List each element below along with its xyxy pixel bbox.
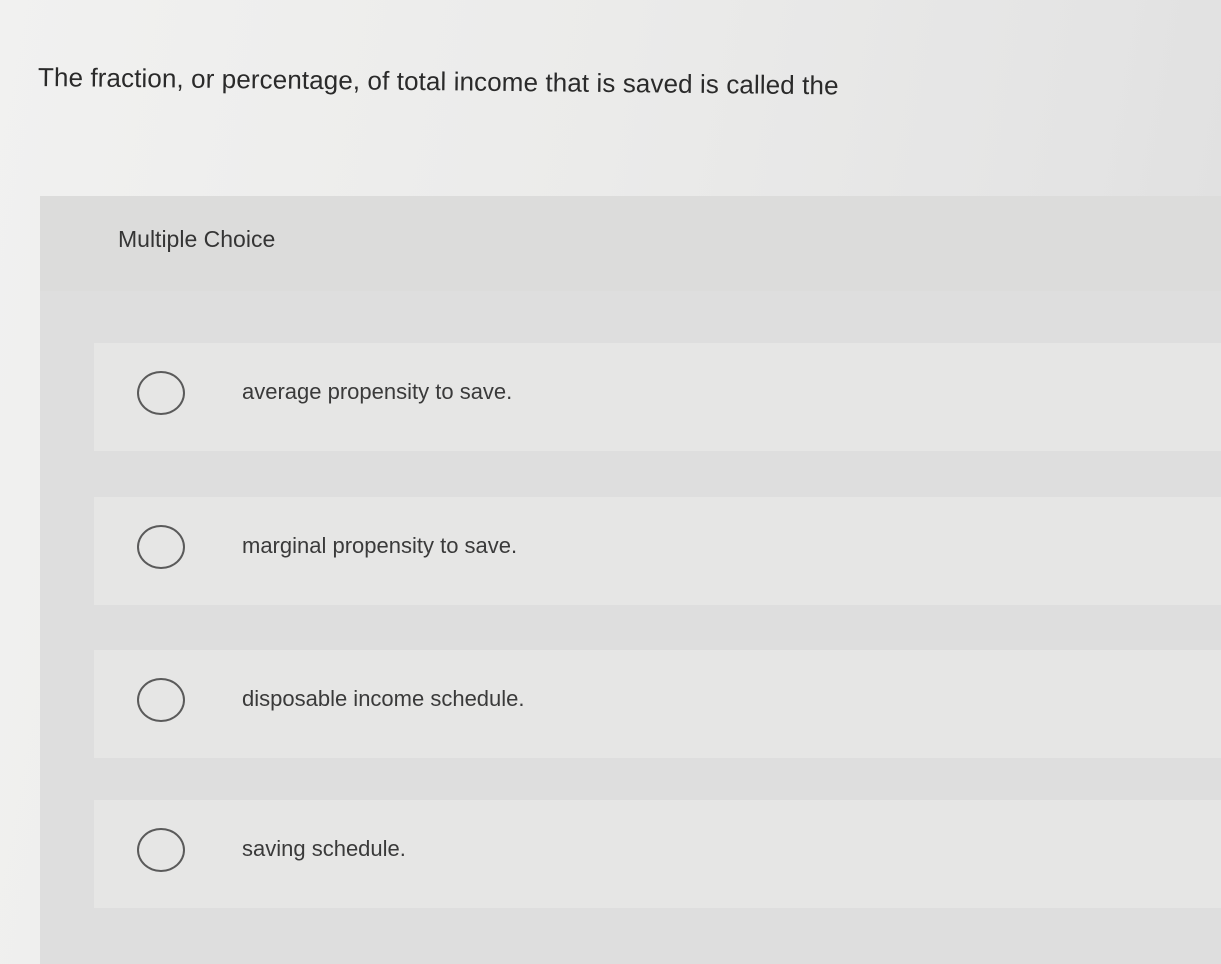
answer-option-3[interactable]: disposable income schedule. xyxy=(94,650,1221,758)
answer-option-label: average propensity to save. xyxy=(242,379,513,404)
answer-option-label: saving schedule. xyxy=(242,836,406,861)
multiple-choice-label: Multiple Choice xyxy=(118,226,276,252)
radio-button-icon[interactable] xyxy=(137,371,185,415)
radio-button-icon[interactable] xyxy=(137,828,185,872)
multiple-choice-header: Multiple Choice xyxy=(40,196,1221,291)
multiple-choice-panel: Multiple Choice average propensity to sa… xyxy=(40,196,1221,964)
radio-button-icon[interactable] xyxy=(137,525,185,569)
question-text: The fraction, or percentage, of total in… xyxy=(37,62,839,101)
answer-option-label: disposable income schedule. xyxy=(242,686,525,711)
radio-button-icon[interactable] xyxy=(137,678,185,722)
answer-option-2[interactable]: marginal propensity to save. xyxy=(94,497,1221,605)
answer-option-4[interactable]: saving schedule. xyxy=(94,800,1221,908)
answer-option-1[interactable]: average propensity to save. xyxy=(94,343,1221,451)
answer-option-label: marginal propensity to save. xyxy=(242,533,518,558)
